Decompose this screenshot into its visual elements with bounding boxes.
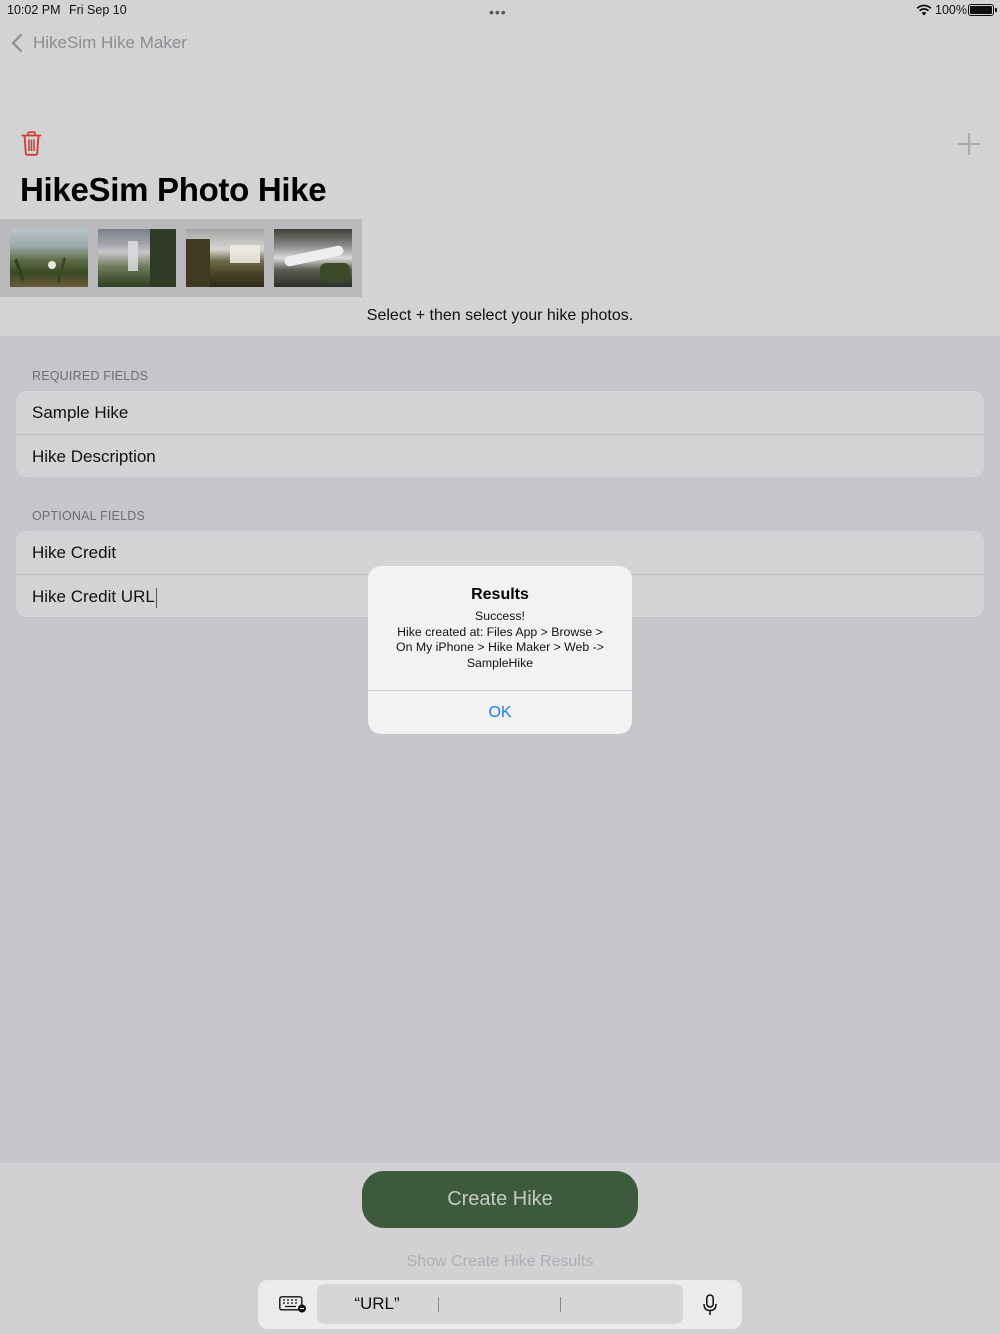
alert-title: Results	[471, 586, 529, 603]
back-button[interactable]: HikeSim Hike Maker	[10, 33, 187, 53]
prediction-1[interactable]: “URL”	[317, 1284, 437, 1324]
hike-credit-url-placeholder: Hike Credit URL	[32, 587, 155, 606]
alert-message-line: Hike created at: Files App > Browse >	[397, 624, 603, 639]
photo-thumbnail-1[interactable]	[10, 229, 88, 287]
text-cursor	[155, 587, 157, 608]
alert-message-line: SampleHike	[466, 655, 534, 670]
status-time: 10:02 PM	[7, 3, 61, 17]
hike-description-placeholder: Hike Description	[32, 447, 156, 466]
multitasking-dots[interactable]: •••	[489, 4, 507, 20]
microphone-icon[interactable]	[702, 1294, 718, 1316]
show-results-link[interactable]: Show Create Hike Results	[0, 1253, 1000, 1271]
battery-percent: 100%	[935, 3, 967, 17]
add-photos-icon[interactable]	[958, 133, 980, 155]
keyboard-icon[interactable]	[279, 1296, 307, 1313]
prediction-3[interactable]	[561, 1284, 683, 1324]
alert-message: Success! Hike created at: Files App > Br…	[382, 609, 618, 671]
photo-strip	[0, 219, 362, 297]
required-fields-header: REQUIRED FIELDS	[32, 369, 149, 383]
results-alert: Results Success! Hike created at: Files …	[368, 566, 632, 734]
photo-instruction: Select + then select your hike photos.	[366, 307, 634, 324]
photo-thumbnail-2[interactable]	[98, 229, 176, 287]
page-title: HikeSim Photo Hike	[20, 171, 327, 208]
status-bar: 10:02 PM Fri Sep 10 ••• 100%	[0, 0, 1000, 22]
optional-fields-header: OPTIONAL FIELDS	[32, 509, 145, 523]
alert-ok-button[interactable]: OK	[368, 691, 632, 734]
prediction-2[interactable]	[439, 1284, 560, 1324]
hike-name-field[interactable]: Sample Hike	[16, 391, 984, 434]
wifi-icon	[916, 4, 932, 16]
predictive-text-area: “URL”	[317, 1284, 683, 1324]
keyboard-shortcut-bar: “URL”	[258, 1280, 742, 1329]
hike-name-value: Sample Hike	[32, 403, 129, 422]
required-fields-group: Sample Hike Hike Description	[16, 391, 984, 477]
hike-credit-placeholder: Hike Credit	[32, 543, 117, 562]
create-hike-button[interactable]: Create Hike	[362, 1171, 638, 1228]
photo-thumbnail-4[interactable]	[274, 229, 352, 287]
alert-message-line: Success!	[475, 609, 525, 623]
back-button-label: HikeSim Hike Maker	[33, 33, 187, 52]
status-date: Fri Sep 10	[69, 3, 127, 17]
hike-description-field[interactable]: Hike Description	[16, 434, 984, 477]
trash-icon[interactable]	[21, 131, 42, 156]
battery-icon	[968, 4, 997, 16]
alert-message-line: On My iPhone > Hike Maker > Web ->	[396, 640, 604, 655]
chevron-left-icon	[11, 33, 23, 53]
photo-thumbnail-3[interactable]	[186, 229, 264, 287]
